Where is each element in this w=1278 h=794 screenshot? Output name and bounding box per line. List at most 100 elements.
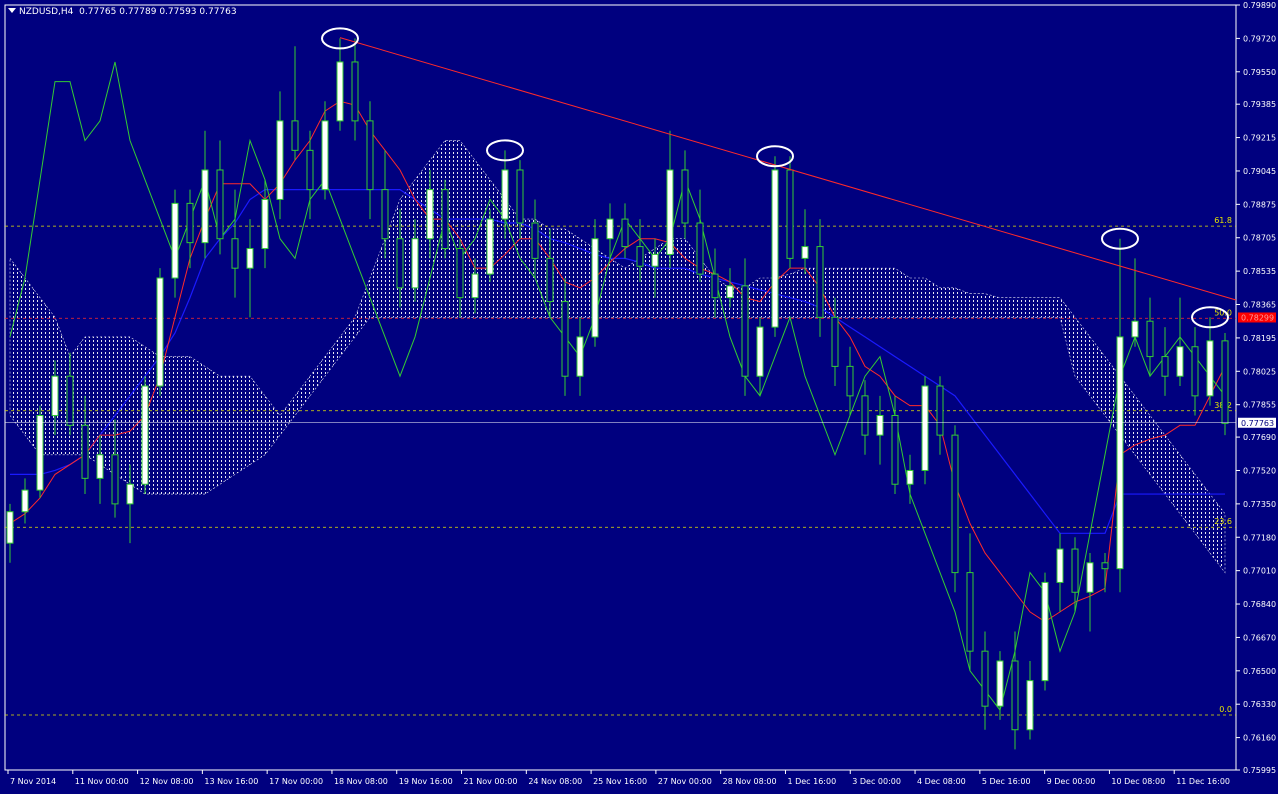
candle-bear <box>1101 562 1109 570</box>
candle-bull <box>1086 562 1094 593</box>
candle-bear <box>1191 346 1199 397</box>
candle-bull <box>1056 548 1064 583</box>
candle-bear <box>216 169 224 240</box>
candle-bull <box>36 414 44 491</box>
candle-bull <box>411 238 419 289</box>
fib-level-label: 0.0 <box>1219 705 1232 714</box>
x-tick-label: 4 Dec 08:00 <box>917 777 966 786</box>
y-tick-label: 0.77520 <box>1243 466 1276 475</box>
candle-bear <box>396 238 404 289</box>
candle-bull <box>486 218 494 275</box>
candle-bear <box>231 238 239 269</box>
x-tick-label: 25 Nov 16:00 <box>593 777 647 786</box>
candle-bull <box>156 277 164 387</box>
y-tick-label: 0.76840 <box>1243 600 1276 609</box>
candle-bull <box>906 469 914 485</box>
candle-bull <box>1131 320 1139 338</box>
candle-bear <box>981 650 989 707</box>
candle-bear <box>966 572 974 652</box>
candle-bear <box>1146 320 1154 358</box>
candle-bear <box>381 189 389 240</box>
x-tick-label: 17 Nov 00:00 <box>269 777 323 786</box>
candle-bull <box>471 273 479 299</box>
candle-bear <box>66 375 74 426</box>
y-tick-label: 0.76330 <box>1243 700 1276 709</box>
candle-bear <box>81 424 89 479</box>
candle-bull <box>21 489 29 513</box>
fib-level-label: 23.6 <box>1214 517 1232 526</box>
candle-bull <box>756 326 764 377</box>
candle-bull <box>1116 336 1124 570</box>
candle-bull <box>606 218 614 240</box>
x-tick-label: 5 Dec 16:00 <box>982 777 1031 786</box>
candle-bull <box>6 511 14 544</box>
candle-bear <box>681 169 689 224</box>
candle-bear <box>291 120 299 151</box>
y-tick-label: 0.77010 <box>1243 567 1276 576</box>
candle-bear <box>636 246 644 267</box>
x-tick-label: 1 Dec 16:00 <box>787 777 836 786</box>
candle-bull <box>246 248 254 269</box>
x-tick-label: 28 Nov 08:00 <box>723 777 777 786</box>
candle-bear <box>1221 340 1229 424</box>
fib-level-label: 61.8 <box>1214 216 1232 225</box>
candle-bear <box>366 120 374 191</box>
y-tick-label: 0.77350 <box>1243 500 1276 509</box>
y-tick-label: 0.79720 <box>1243 34 1276 43</box>
candle-bear <box>861 395 869 436</box>
candle-bear <box>1161 356 1169 377</box>
candle-bull <box>126 483 134 505</box>
y-tick-label: 0.75995 <box>1243 766 1276 775</box>
x-tick-label: 9 Dec 00:00 <box>1047 777 1096 786</box>
y-tick-label: 0.78705 <box>1243 234 1276 243</box>
y-tick-label: 0.78535 <box>1243 267 1276 276</box>
x-tick-label: 3 Dec 00:00 <box>852 777 901 786</box>
candle-bear <box>516 169 524 224</box>
x-tick-label: 21 Nov 00:00 <box>464 777 518 786</box>
candle-bear <box>831 316 839 367</box>
candle-bull <box>426 189 434 240</box>
y-tick-label: 0.78195 <box>1243 334 1276 343</box>
candle-bull <box>726 285 734 299</box>
candle-bear <box>621 218 629 248</box>
candle-bear <box>936 385 944 436</box>
candle-bull <box>921 385 929 471</box>
candle-bear <box>546 257 554 303</box>
candle-bear <box>531 222 539 259</box>
candle-bear <box>441 189 449 250</box>
candle-bear <box>951 434 959 574</box>
x-tick-label: 27 Nov 00:00 <box>658 777 712 786</box>
candle-bear <box>1071 548 1079 593</box>
y-tick-label: 0.76160 <box>1243 734 1276 743</box>
candle-bull <box>261 198 269 250</box>
candle-bull <box>501 169 509 220</box>
y-tick-label: 0.77690 <box>1243 433 1276 442</box>
candle-bull <box>591 238 599 338</box>
candle-bull <box>336 61 344 122</box>
price-chart[interactable]: 61.850.038.223.60.00.798900.797200.79550… <box>0 0 1278 794</box>
candle-bull <box>1176 346 1184 377</box>
candle-bull <box>1026 680 1034 731</box>
candle-bull <box>771 169 779 328</box>
y-tick-label: 0.78025 <box>1243 367 1276 376</box>
x-tick-label: 11 Dec 16:00 <box>1176 777 1230 786</box>
candle-bull <box>1206 340 1214 397</box>
candle-bull <box>666 169 674 255</box>
candle-bear <box>696 222 704 275</box>
x-tick-label: 18 Nov 08:00 <box>334 777 388 786</box>
candle-bear <box>741 285 749 377</box>
candle-bull <box>651 253 659 267</box>
x-tick-label: 24 Nov 08:00 <box>528 777 582 786</box>
x-tick-label: 19 Nov 16:00 <box>399 777 453 786</box>
candle-bear <box>186 202 194 244</box>
x-tick-label: 13 Nov 16:00 <box>204 777 258 786</box>
x-tick-label: 10 Dec 08:00 <box>1111 777 1165 786</box>
candle-bull <box>276 120 284 200</box>
y-tick-label: 0.79550 <box>1243 68 1276 77</box>
y-tick-label: 0.79045 <box>1243 167 1276 176</box>
y-tick-label: 0.79215 <box>1243 134 1276 143</box>
y-tick-label: 0.76670 <box>1243 633 1276 642</box>
x-tick-label: 11 Nov 00:00 <box>75 777 129 786</box>
candle-bear <box>891 414 899 485</box>
y-tick-label: 0.79890 <box>1243 1 1276 10</box>
